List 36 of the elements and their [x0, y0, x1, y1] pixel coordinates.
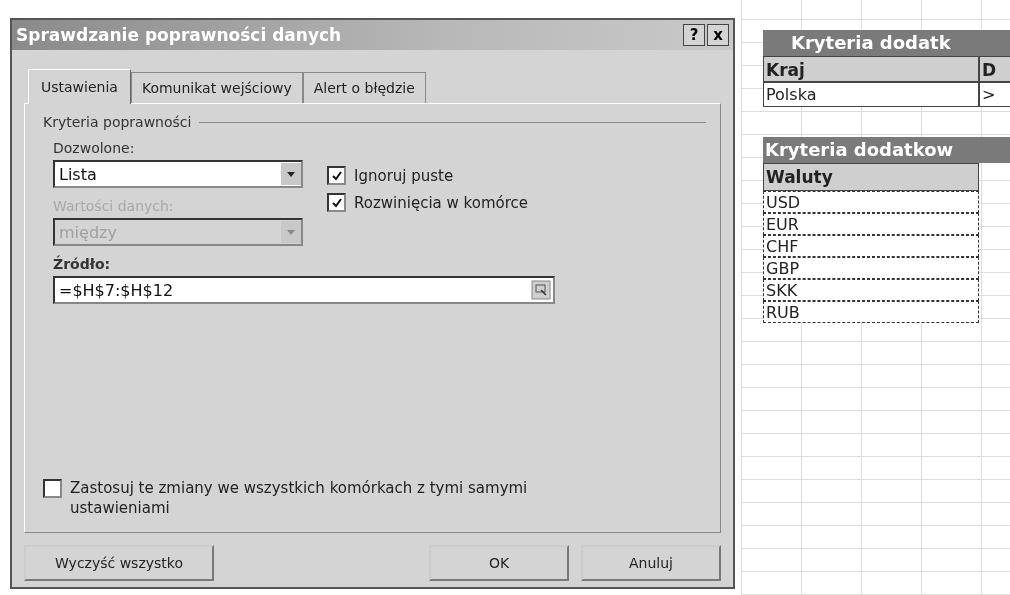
checkbox[interactable]: [327, 193, 346, 212]
table-cell: SKK: [763, 279, 979, 301]
field-label: Źródło:: [53, 256, 111, 272]
checkbox-option[interactable]: Zastosuj te zmiany we wszystkich komórkach z tymi samymi ustawieniami: [43, 479, 630, 518]
table-cell: RUB: [763, 301, 979, 323]
check-icon: [330, 196, 343, 209]
table-cell: USD: [763, 191, 979, 213]
check-icon: [330, 169, 343, 182]
group-title: Kryteria poprawności: [43, 114, 192, 130]
checkbox-option[interactable]: Ignoruj puste: [327, 166, 454, 185]
checkbox[interactable]: [327, 166, 346, 185]
range-picker-icon[interactable]: [531, 280, 551, 300]
window-title: Sprawdzanie poprawności danych: [16, 25, 342, 45]
table-cell: CHF: [763, 235, 979, 257]
ok-button[interactable]: OK: [429, 545, 569, 581]
tab[interactable]: Komunikat wejściowy: [130, 72, 303, 103]
table-cell: GBP: [763, 257, 979, 279]
clear-all-button[interactable]: Wyczyść wszystko: [24, 545, 214, 581]
tab[interactable]: Alert o błędzie: [302, 72, 426, 103]
close-button[interactable]: x: [707, 24, 729, 46]
table-title: Kryteria dodatk: [763, 30, 1010, 56]
column-header: Waluty: [763, 163, 979, 191]
source-field[interactable]: =$H$7:$H$12: [53, 276, 555, 304]
checkbox-option[interactable]: Rozwinięcia w komórce: [327, 193, 528, 212]
help-button[interactable]: ?: [683, 24, 705, 46]
table-title: Kryteria dodatkow: [763, 137, 1010, 163]
column-header: Kraj: [763, 56, 979, 82]
checkbox[interactable]: [43, 479, 62, 498]
table-cell: >: [979, 82, 1010, 107]
field-label: Dozwolone:: [53, 140, 135, 156]
table-cell: EUR: [763, 213, 979, 235]
allow-dropdown[interactable]: Lista: [53, 160, 303, 188]
column-header: D: [979, 56, 1010, 82]
table-cell: Polska: [763, 82, 979, 107]
tab[interactable]: Ustawienia: [28, 69, 131, 104]
cancel-button[interactable]: Anuluj: [581, 545, 721, 581]
